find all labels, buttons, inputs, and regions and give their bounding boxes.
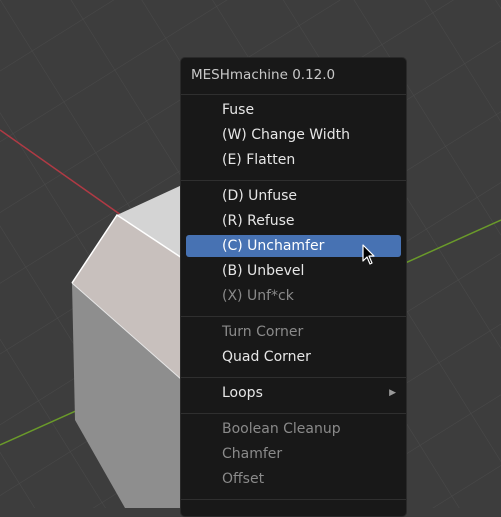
- menu-item-quad-corner[interactable]: Quad Corner: [186, 346, 401, 368]
- menu-separator: [181, 94, 406, 95]
- menu-item-refuse[interactable]: (R) Refuse: [186, 210, 401, 232]
- menu-item-offset[interactable]: Offset: [186, 468, 401, 490]
- menu-separator: [181, 316, 406, 317]
- menu-item-fuse[interactable]: Fuse: [186, 99, 401, 121]
- menu-separator: [181, 499, 406, 500]
- menu-item-boolean-cleanup[interactable]: Boolean Cleanup: [186, 418, 401, 440]
- menu-item-chamfer[interactable]: Chamfer: [186, 443, 401, 465]
- menu-item-loops[interactable]: Loops ▶: [186, 382, 401, 404]
- meshmachine-menu: MESHmachine 0.12.0 Fuse (W) Change Width…: [180, 57, 407, 517]
- menu-separator: [181, 377, 406, 378]
- triangle-right-icon: ▶: [389, 388, 396, 398]
- menu-title: MESHmachine 0.12.0: [191, 67, 336, 83]
- menu-separator: [181, 413, 406, 414]
- menu-separator: [181, 180, 406, 181]
- menu-item-unfck[interactable]: (X) Unf*ck: [186, 285, 401, 307]
- menu-item-change-width[interactable]: (W) Change Width: [186, 124, 401, 146]
- menu-item-loops-label: Loops: [222, 385, 263, 401]
- mouse-pointer-icon: [362, 244, 375, 265]
- menu-item-flatten[interactable]: (E) Flatten: [186, 149, 401, 171]
- menu-item-unfuse[interactable]: (D) Unfuse: [186, 185, 401, 207]
- menu-item-turn-corner[interactable]: Turn Corner: [186, 321, 401, 343]
